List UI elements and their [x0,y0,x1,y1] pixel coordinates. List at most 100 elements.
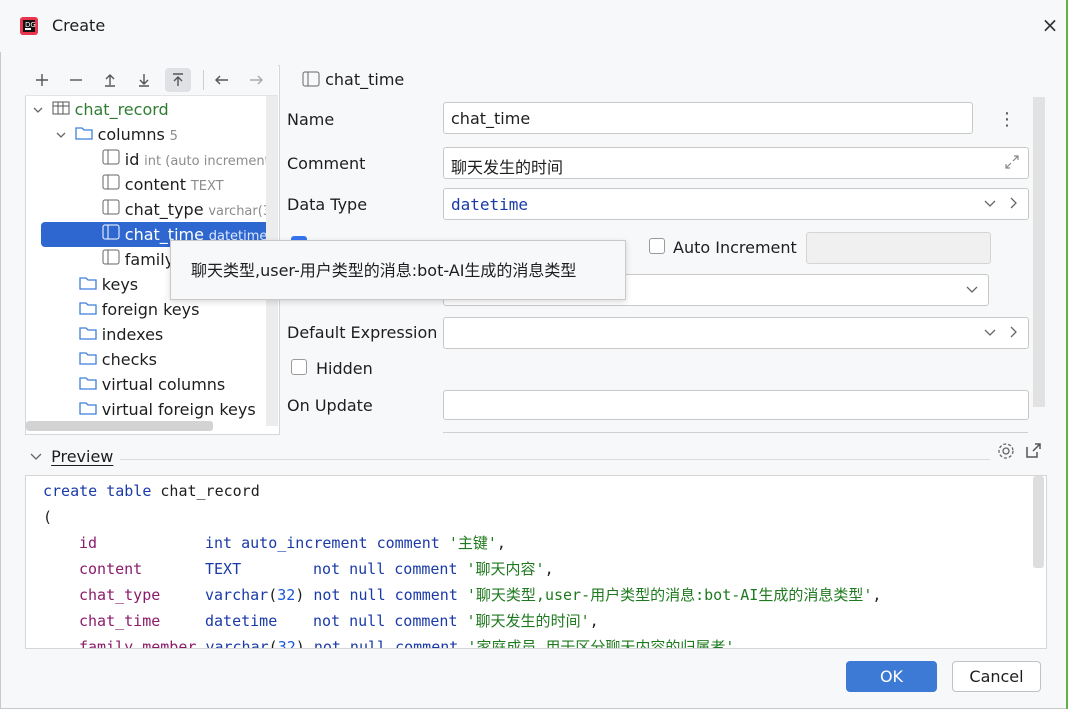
datatype-value: datetime [451,195,529,214]
chevron-down-icon [30,447,42,466]
default-expression-label: Default Expression [287,323,438,342]
hidden-label: Hidden [316,359,373,378]
comment-value: 聊天发生的时间 [451,158,564,177]
chevron-right-icon[interactable] [1007,326,1019,342]
chevron-down-icon [33,99,47,124]
comment-label: Comment [287,154,366,173]
code-line: chat_type [79,586,161,604]
remove-icon[interactable] [63,68,89,92]
name-input[interactable]: chat_time [443,102,973,134]
tree-item-column[interactable]: family [102,247,174,272]
comment-tooltip: 聊天类型,user-用户类型的消息:bot-AI生成的消息类型 [170,240,626,300]
column-icon [102,248,120,273]
chevron-down-icon[interactable] [966,283,978,299]
tree-item-group[interactable]: keys [79,272,138,297]
on-update-input[interactable] [443,390,1029,420]
tree-horizontal-scrollbar[interactable] [26,421,213,431]
comment-input[interactable]: 聊天发生的时间 [443,147,1029,179]
column-icon [102,198,120,222]
chevron-down-icon [56,124,70,149]
move-down-icon[interactable] [131,68,157,92]
title-bar [0,0,1066,52]
back-icon[interactable] [209,68,235,92]
open-external-icon[interactable] [1024,442,1042,464]
chevron-right-icon[interactable] [1007,197,1019,213]
preview-code[interactable]: create table chat_record ( id int auto_i… [25,475,1047,649]
code-line: id [79,534,98,552]
tree-item-column[interactable]: chat_type varchar(32) [102,197,278,222]
group-label: virtual foreign keys [101,400,256,419]
tree-item-group[interactable]: checks [79,347,157,372]
tree-item-table[interactable]: chat_record [33,97,169,122]
folder-icon [79,298,97,323]
folder-icon [79,373,97,398]
column-icon [102,173,120,198]
form-header-title: chat_time [325,70,405,89]
move-up-icon[interactable] [97,68,123,92]
table-name: chat_record [74,100,169,119]
column-name: content [124,175,187,194]
auto-increment-label: Auto Increment [673,238,797,257]
on-update-label: On Update [287,396,373,415]
code-line: not null comment '聊天内容', [313,560,554,578]
group-label: indexes [101,325,164,344]
more-options-icon[interactable]: ⋮ [998,110,1016,130]
group-label: checks [101,350,157,369]
datatype-select[interactable]: datetime [443,188,1029,220]
name-value: chat_time [451,109,531,128]
tree-item-column[interactable]: id int (auto increment) [102,147,275,172]
tree-item-columns[interactable]: columns 5 [56,122,178,147]
column-icon [102,223,120,247]
form-scrollbar[interactable] [1033,97,1045,407]
preview-header[interactable]: Preview [30,447,113,466]
window-title: Create [52,16,106,35]
preview-divider [120,459,990,460]
preview-scrollbar[interactable] [1033,476,1044,568]
column-icon [102,148,120,173]
auto-increment-checkbox[interactable] [649,238,665,254]
cancel-button[interactable]: Cancel [952,661,1041,692]
tree-item-column[interactable]: content TEXT [102,172,224,197]
folder-icon [79,273,97,298]
column-name: id [124,150,140,169]
table-icon [52,98,70,123]
tree-item-group[interactable]: indexes [79,322,163,347]
column-name: family [124,250,175,269]
form-divider [443,432,1028,433]
datatype-label: Data Type [287,195,368,214]
expand-icon[interactable] [1004,154,1020,174]
code-line: ( [43,508,53,526]
svg-text:DG: DG [25,21,36,29]
gear-icon[interactable] [997,442,1015,464]
column-icon [302,71,320,91]
code-line: varchar(32) not null comment '聊天类型,user-… [205,586,882,604]
tree-item-group[interactable]: virtual columns [79,372,225,397]
code-line: family_member varchar(32) not null comme… [79,638,744,649]
group-label: keys [101,275,139,294]
chevron-down-icon[interactable] [984,197,996,213]
toolbar-separator [203,70,204,90]
form-header: chat_time [302,70,404,91]
code-line: content [79,560,143,578]
close-icon[interactable]: × [1040,15,1060,36]
name-label: Name [287,110,335,129]
columns-count: 5 [169,129,178,144]
columns-label: columns [97,125,165,144]
hidden-checkbox[interactable] [291,359,307,375]
default-expression-select[interactable] [443,317,1029,349]
code-line: not null comment '聊天发生的时间', [313,612,599,630]
chevron-down-icon[interactable] [984,326,996,342]
group-label: foreign keys [101,300,200,319]
forward-icon[interactable] [243,68,269,92]
tree-item-group[interactable]: foreign keys [79,297,199,322]
auto-increment-input [806,232,991,264]
folder-icon [79,398,97,423]
code-line: datetime [205,612,278,630]
ok-button[interactable]: OK [846,661,937,692]
move-top-icon[interactable] [165,68,191,92]
folder-icon [79,323,97,348]
tree-item-group[interactable]: virtual foreign keys [79,397,256,422]
code-line: int auto_increment comment '主键', [205,534,506,552]
add-icon[interactable] [29,68,55,92]
group-label: virtual columns [101,375,226,394]
